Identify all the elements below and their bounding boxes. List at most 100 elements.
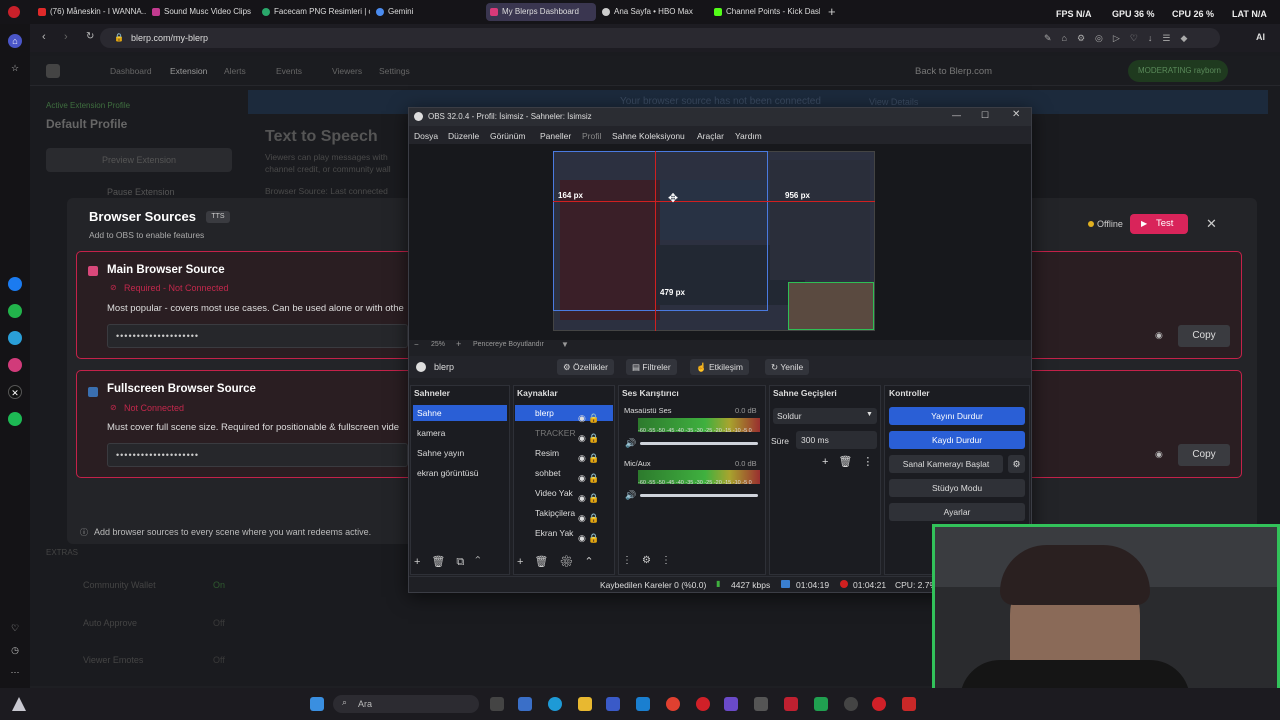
menu-yardim[interactable]: Yardım	[735, 131, 762, 141]
start-virtual-camera-button[interactable]: Sanal Kamerayı Başlat	[889, 455, 1003, 473]
source-item[interactable]: TRACKER	[515, 425, 576, 441]
zoom-in-icon[interactable]: +	[456, 339, 461, 349]
mixer-dock-actions[interactable]: ⋮⚙⋮	[622, 555, 681, 566]
address-bar-actions[interactable]: ✎⌂⚙◎▷♡↓☰◆	[1044, 33, 1197, 44]
edge-icon[interactable]	[548, 697, 562, 711]
menu-profil[interactable]: Profil	[582, 131, 601, 141]
history-icon[interactable]: ◷	[8, 643, 22, 657]
menu-araclar[interactable]: Araçlar	[697, 131, 724, 141]
source-key-field[interactable]: ••••••••••••••••••••	[107, 324, 408, 348]
source-item[interactable]: Ekran Yak	[515, 525, 573, 541]
source-item[interactable]: sohbet	[515, 465, 561, 481]
tab-my-blerps-dashboard[interactable]: My Blerps Dashboard	[486, 3, 596, 21]
scene-item[interactable]: ekran görüntüsü	[413, 465, 478, 481]
close-window-icon[interactable]: ✕	[1012, 109, 1020, 120]
nav-settings[interactable]: Settings	[379, 66, 410, 76]
volume-slider[interactable]	[640, 442, 758, 445]
scenes-dock-actions[interactable]: +🗑⧉⌃	[414, 555, 491, 569]
volume-slider[interactable]	[640, 494, 758, 497]
properties-button[interactable]: ⚙ Özellikler	[557, 359, 614, 375]
whatsapp-icon[interactable]	[8, 304, 22, 318]
minimize-icon[interactable]: —	[952, 110, 961, 120]
telegram-icon[interactable]	[8, 331, 22, 345]
transition-select[interactable]: Soldur	[773, 408, 877, 424]
tab-gemini[interactable]: Gemini	[374, 3, 474, 21]
nav-extension[interactable]: Extension	[170, 66, 207, 76]
moderating-pill[interactable]: MODERATING rayborn	[1128, 60, 1228, 82]
source-item[interactable]: Takipçilera	[515, 505, 575, 521]
instagram-icon[interactable]	[8, 358, 22, 372]
maximize-icon[interactable]: ☐	[981, 110, 989, 121]
nav-alerts[interactable]: Alerts	[224, 66, 246, 76]
obs-taskbar-icon[interactable]	[844, 697, 858, 711]
task-view-icon[interactable]	[490, 697, 504, 711]
speaker-icon[interactable]: 🔊	[625, 490, 636, 501]
back-icon[interactable]: ‹	[42, 31, 46, 43]
dropdown-icon[interactable]: ▼	[561, 340, 569, 349]
scene-item[interactable]: Sahne yayın	[413, 445, 464, 461]
settings-button[interactable]: Ayarlar	[889, 503, 1025, 521]
menu-dosya[interactable]: Dosya	[414, 131, 438, 141]
heart-icon[interactable]: ♡	[8, 621, 22, 635]
menu-duzenle[interactable]: Düzenle	[448, 131, 479, 141]
tab-hbo-max[interactable]: Ana Sayfa • HBO Max	[600, 3, 708, 21]
preview-extension-button[interactable]: Preview Extension	[46, 148, 232, 172]
fit-to-window[interactable]: Pencereye Boyutlandır	[473, 341, 544, 348]
menu-gorunum[interactable]: Görünüm	[490, 131, 525, 141]
taskbar-search-field[interactable]	[333, 695, 479, 713]
extras-item-value[interactable]: Off	[213, 655, 225, 665]
spotify-icon[interactable]	[8, 412, 22, 426]
scene-item[interactable]: Sahne	[413, 405, 507, 421]
outlook-icon[interactable]	[636, 697, 650, 711]
transition-actions[interactable]: +🗑⋮	[822, 455, 883, 468]
recording-app-icon[interactable]	[902, 697, 916, 711]
visibility-lock-icons[interactable]: ◉ 🔒 ◉ 🔒 ◉ 🔒 ◉ 🔒 ◉ 🔒 ◉ 🔒 ◉ 🔒	[578, 408, 608, 548]
url-text[interactable]: blerp.com/my-blerp	[131, 33, 208, 43]
opera-gx-icon[interactable]	[872, 697, 886, 711]
copy-button[interactable]: Copy	[1178, 444, 1230, 466]
menu-sahne-koleksiyonu[interactable]: Sahne Koleksiyonu	[612, 131, 685, 141]
menu-paneller[interactable]: Paneller	[540, 131, 571, 141]
profile-name[interactable]: Default Profile	[46, 117, 127, 131]
whatsapp-taskbar-icon[interactable]	[814, 697, 828, 711]
tab-kick-dashboard[interactable]: Channel Points - Kick Dash	[712, 3, 820, 21]
windows-start-icon[interactable]	[310, 697, 324, 711]
eye-icon[interactable]: ◉	[1155, 449, 1163, 460]
source-item[interactable]: Resim	[515, 445, 559, 461]
refresh-button[interactable]: ↻ Yenile	[765, 359, 810, 375]
app-icon[interactable]	[784, 697, 798, 711]
eye-icon[interactable]: ◉	[1155, 330, 1163, 341]
sources-dock-actions[interactable]: +🗑⚙⌃	[517, 555, 605, 568]
test-button[interactable]: Test	[1130, 214, 1188, 234]
chrome-icon[interactable]	[666, 697, 680, 711]
nav-events[interactable]: Events	[276, 66, 302, 76]
messenger-icon[interactable]	[8, 277, 22, 291]
stop-recording-button[interactable]: Kaydı Durdur	[889, 431, 1025, 449]
stop-streaming-button[interactable]: Yayını Durdur	[889, 407, 1025, 425]
more-icon[interactable]: ⋯	[8, 665, 22, 679]
cmd-icon[interactable]	[754, 697, 768, 711]
new-tab-icon[interactable]: +	[828, 4, 836, 19]
scene-item[interactable]: kamera	[413, 425, 445, 441]
filters-button[interactable]: ▤ Filtreler	[626, 359, 677, 375]
duration-input[interactable]: 300 ms	[796, 431, 877, 449]
pause-extension-button[interactable]: Pause Extension	[107, 187, 175, 197]
x-icon[interactable]: ✕	[8, 385, 22, 399]
forward-icon[interactable]: ›	[64, 31, 68, 43]
opera-icon[interactable]	[696, 697, 710, 711]
file-explorer-icon[interactable]	[578, 697, 592, 711]
copy-button[interactable]: Copy	[1178, 325, 1230, 347]
back-to-blerp-link[interactable]: Back to Blerp.com	[915, 66, 992, 77]
reload-icon[interactable]: ↻	[86, 31, 94, 42]
view-details-link[interactable]: View Details	[869, 97, 918, 107]
zoom-out-icon[interactable]: −	[414, 340, 419, 349]
nav-dashboard[interactable]: Dashboard	[110, 66, 152, 76]
widgets-icon[interactable]	[518, 697, 532, 711]
speaker-icon[interactable]: 🔊	[625, 438, 636, 449]
studio-mode-button[interactable]: Stüdyo Modu	[889, 479, 1025, 497]
nav-viewers[interactable]: Viewers	[332, 66, 362, 76]
opera-logo-icon[interactable]	[8, 6, 20, 18]
teams-icon[interactable]	[724, 697, 738, 711]
extras-item-value[interactable]: On	[213, 580, 225, 590]
tab-maneskin[interactable]: (76) Måneskin - I WANNA...	[36, 3, 146, 21]
